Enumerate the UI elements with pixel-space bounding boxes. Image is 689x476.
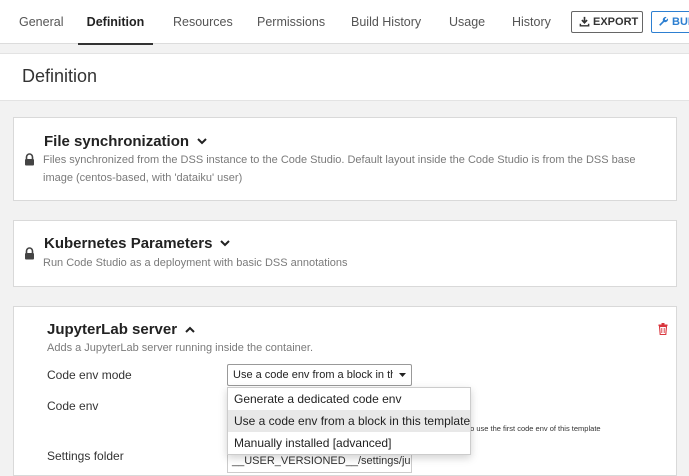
tab-usage[interactable]: Usage bbox=[449, 0, 485, 44]
file-sync-title[interactable]: File synchronization bbox=[44, 133, 207, 150]
dropdown-option-manual[interactable]: Manually installed [advanced] bbox=[228, 432, 470, 454]
kubernetes-title[interactable]: Kubernetes Parameters bbox=[44, 235, 231, 252]
tab-build-history[interactable]: Build History bbox=[351, 0, 421, 44]
tab-general[interactable]: General bbox=[19, 0, 63, 44]
jupyterlab-block: JupyterLab server Adds a JupyterLab serv… bbox=[13, 306, 677, 476]
file-sync-description: Files synchronized from the DSS instance… bbox=[43, 154, 636, 184]
jupyterlab-description: Adds a JupyterLab server running inside … bbox=[47, 342, 313, 354]
chevron-up-icon[interactable] bbox=[185, 326, 195, 333]
export-label: EXPORT bbox=[593, 16, 639, 28]
lock-icon bbox=[25, 153, 34, 166]
tab-history[interactable]: History bbox=[512, 0, 551, 44]
build-label: BUILD bbox=[672, 16, 689, 28]
build-button[interactable]: BUILD bbox=[651, 11, 689, 33]
settings-folder-label: Settings folder bbox=[47, 449, 124, 463]
kubernetes-block: Kubernetes Parameters Run Code Studio as… bbox=[13, 220, 677, 287]
export-button[interactable]: EXPORT bbox=[571, 11, 643, 33]
tab-definition[interactable]: Definition bbox=[78, 0, 153, 45]
dropdown-option-dedicated[interactable]: Generate a dedicated code env bbox=[228, 388, 470, 410]
top-tab-bar: General Definition Resources Permissions… bbox=[0, 0, 689, 45]
page-title: Definition bbox=[22, 66, 98, 86]
lock-icon bbox=[25, 247, 34, 260]
chevron-down-icon[interactable] bbox=[220, 240, 231, 247]
jupyterlab-title[interactable]: JupyterLab server bbox=[47, 321, 195, 338]
tab-permissions[interactable]: Permissions bbox=[257, 0, 325, 44]
dropdown-option-block[interactable]: Use a code env from a block in this temp… bbox=[228, 410, 470, 432]
wrench-icon bbox=[659, 16, 669, 26]
code-env-help-text: to use the first code env of this templa… bbox=[468, 424, 601, 433]
kubernetes-description: Run Code Studio as a deployment with bas… bbox=[43, 257, 348, 269]
tab-resources[interactable]: Resources bbox=[173, 0, 233, 44]
file-sync-block: File synchronization Files synchronized … bbox=[13, 117, 677, 201]
chevron-down-icon[interactable] bbox=[197, 138, 207, 145]
trash-icon[interactable] bbox=[658, 323, 668, 335]
code-env-mode-select[interactable]: Use a code env from a block in this temp… bbox=[227, 364, 412, 386]
code-env-label: Code env bbox=[47, 399, 99, 413]
definition-header: Definition bbox=[0, 53, 689, 101]
code-env-mode-dropdown: Generate a dedicated code env Use a code… bbox=[227, 387, 471, 455]
code-env-mode-label: Code env mode bbox=[47, 368, 132, 382]
caret-down-icon bbox=[399, 373, 406, 377]
download-icon bbox=[579, 16, 590, 27]
